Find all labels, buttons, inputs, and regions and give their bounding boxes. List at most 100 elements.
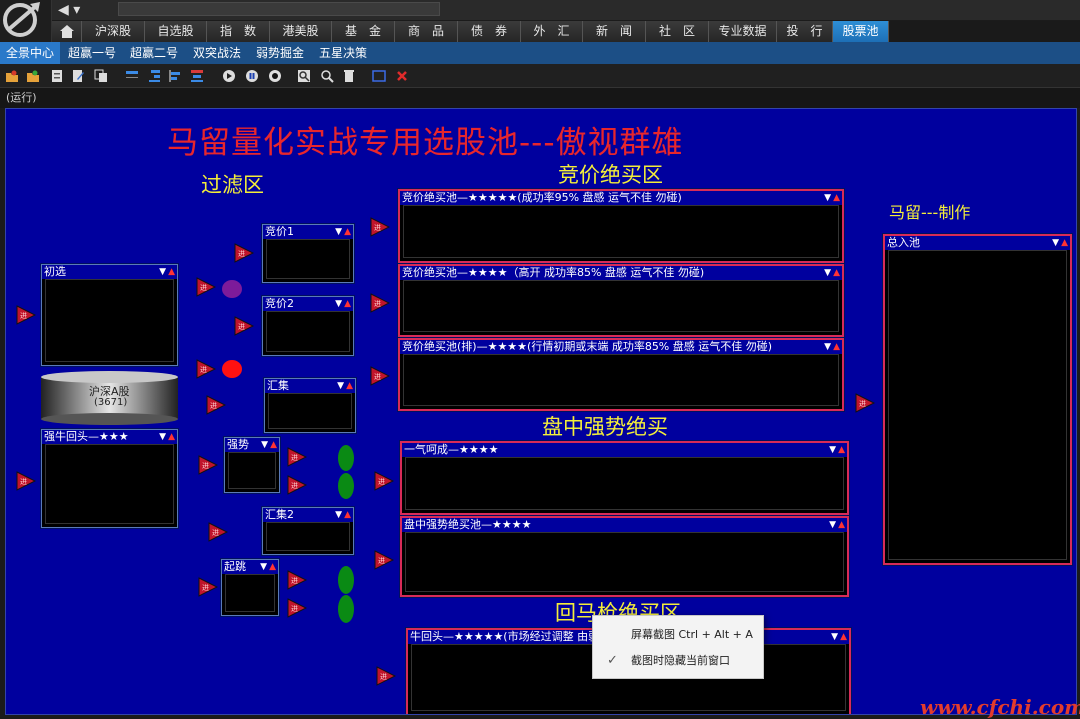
arrow-connector-icon[interactable]: 进 bbox=[196, 277, 216, 297]
open-folder-icon[interactable] bbox=[5, 69, 19, 83]
step-icon[interactable] bbox=[222, 69, 236, 83]
arrow-connector-icon[interactable]: 进 bbox=[196, 359, 216, 379]
stock-list[interactable] bbox=[403, 354, 839, 406]
stock-list[interactable] bbox=[225, 574, 275, 612]
arrow-connector-icon[interactable]: 进 bbox=[370, 366, 390, 386]
arrow-connector-icon[interactable]: 进 bbox=[370, 293, 390, 313]
arrow-connector-icon[interactable]: 进 bbox=[16, 305, 36, 325]
align-top-icon[interactable] bbox=[125, 69, 139, 83]
panel-qiangniu[interactable]: 强牛回头—★★★ ▼ ▲ bbox=[41, 429, 178, 528]
subtab-wuxing[interactable]: 五星决策 bbox=[312, 42, 374, 64]
panel-qitiao[interactable]: 起跳 ▼ ▲ bbox=[221, 559, 279, 616]
tab-gangmei[interactable]: 港美股 bbox=[270, 21, 332, 42]
edit-icon[interactable] bbox=[71, 69, 85, 83]
stock-list[interactable] bbox=[266, 311, 350, 352]
panel-pool-jingjia-4star[interactable]: 竞价绝买池—★★★★（高开 成功率85% 盘感 运气不佳 勿碰) ▼ ▲ bbox=[398, 264, 844, 337]
stock-list[interactable] bbox=[266, 239, 350, 279]
tab-jijin[interactable]: 基 金 bbox=[332, 21, 395, 42]
arrow-connector-icon[interactable]: 进 bbox=[287, 475, 307, 495]
zoom-icon[interactable] bbox=[320, 69, 334, 83]
app-logo[interactable] bbox=[0, 0, 52, 42]
find-icon[interactable] bbox=[297, 69, 311, 83]
stock-list[interactable] bbox=[268, 393, 352, 429]
window-icon[interactable] bbox=[372, 69, 386, 83]
stock-list[interactable] bbox=[405, 532, 844, 592]
tab-gupiaochi[interactable]: 股票池 bbox=[833, 21, 889, 42]
arrow-connector-icon[interactable]: 进 bbox=[198, 455, 218, 475]
arrow-connector-icon[interactable]: 进 bbox=[287, 447, 307, 467]
panel-menu-icon[interactable]: ▼ ▲ bbox=[824, 267, 840, 279]
panel-huiji[interactable]: 汇集 ▼ ▲ bbox=[264, 378, 356, 433]
panel-qiangshi[interactable]: 强势 ▼ ▲ bbox=[224, 437, 280, 493]
tab-zhaiquan[interactable]: 债 券 bbox=[458, 21, 521, 42]
panel-menu-icon[interactable]: ▼ ▲ bbox=[824, 192, 840, 204]
close-icon[interactable] bbox=[395, 69, 409, 83]
arrow-connector-icon[interactable]: 进 bbox=[376, 666, 396, 686]
panel-jingjia2[interactable]: 竞价2 ▼ ▲ bbox=[262, 296, 354, 356]
panel-menu-icon[interactable]: ▼ ▲ bbox=[824, 341, 840, 353]
history-dropdown-icon[interactable]: ▾ bbox=[73, 2, 80, 18]
back-button[interactable]: ◀ ▾ bbox=[58, 2, 110, 18]
tab-shangpin[interactable]: 商 品 bbox=[395, 21, 458, 42]
panel-menu-icon[interactable]: ▼ ▲ bbox=[159, 266, 175, 278]
delete-icon[interactable] bbox=[342, 69, 356, 83]
arrow-connector-icon[interactable]: 进 bbox=[234, 243, 254, 263]
tab-zhishu[interactable]: 指 数 bbox=[207, 21, 270, 42]
tab-shequ[interactable]: 社 区 bbox=[646, 21, 709, 42]
arrow-connector-icon[interactable]: 进 bbox=[234, 316, 254, 336]
arrow-connector-icon[interactable]: 进 bbox=[855, 393, 875, 413]
stock-list[interactable] bbox=[405, 457, 844, 510]
panel-menu-icon[interactable]: ▼ ▲ bbox=[260, 561, 276, 573]
arrow-connector-icon[interactable]: 进 bbox=[198, 577, 218, 597]
arrow-connector-icon[interactable]: 进 bbox=[287, 598, 307, 618]
panel-pool-panzhong[interactable]: 盘中强势绝买池—★★★★ ▼ ▲ bbox=[400, 516, 849, 597]
tab-zixuan[interactable]: 自选股 bbox=[145, 21, 207, 42]
panel-menu-icon[interactable]: ▼ ▲ bbox=[1052, 237, 1068, 249]
panel-menu-icon[interactable]: ▼ ▲ bbox=[261, 439, 277, 451]
pause-icon[interactable] bbox=[245, 69, 259, 83]
save-folder-icon[interactable] bbox=[26, 69, 40, 83]
arrow-connector-icon[interactable]: 进 bbox=[370, 217, 390, 237]
arrow-connector-icon[interactable]: 进 bbox=[374, 550, 394, 570]
panel-menu-icon[interactable]: ▼ ▲ bbox=[335, 509, 351, 521]
subtab-shuangtu[interactable]: 双突战法 bbox=[186, 42, 248, 64]
stock-list[interactable] bbox=[888, 250, 1067, 560]
subtab-chaoying1[interactable]: 超赢一号 bbox=[62, 42, 122, 64]
panel-menu-icon[interactable]: ▼ ▲ bbox=[829, 444, 845, 456]
panel-menu-icon[interactable]: ▼ ▲ bbox=[829, 519, 845, 531]
menu-item-hide-window[interactable]: ✓ 截图时隐藏当前窗口 bbox=[593, 648, 763, 674]
subtab-quanjing[interactable]: 全景中心 bbox=[0, 42, 60, 64]
stock-list[interactable] bbox=[266, 522, 350, 551]
tab-hushen[interactable]: 沪深股 bbox=[82, 21, 145, 42]
arrow-connector-icon[interactable]: 进 bbox=[16, 471, 36, 491]
arrow-connector-icon[interactable]: 进 bbox=[374, 471, 394, 491]
panel-huiji2[interactable]: 汇集2 ▼ ▲ bbox=[262, 507, 354, 555]
stock-list[interactable] bbox=[45, 279, 174, 362]
stock-list[interactable] bbox=[45, 444, 174, 524]
panel-menu-icon[interactable]: ▼ ▲ bbox=[159, 431, 175, 443]
address-bar[interactable] bbox=[118, 2, 440, 16]
tab-touhang[interactable]: 投 行 bbox=[777, 21, 833, 42]
arrow-connector-icon[interactable]: 进 bbox=[206, 395, 226, 415]
subtab-chaoying2[interactable]: 超赢二号 bbox=[124, 42, 184, 64]
home-button[interactable] bbox=[52, 21, 82, 42]
tab-zhuanye[interactable]: 专业数据 bbox=[709, 21, 777, 42]
panel-menu-icon[interactable]: ▼ ▲ bbox=[831, 631, 847, 643]
align-left-icon[interactable] bbox=[168, 69, 182, 83]
panel-menu-icon[interactable]: ▼ ▲ bbox=[335, 298, 351, 310]
panel-total-pool[interactable]: 总入池 ▼ ▲ bbox=[883, 234, 1072, 565]
panel-chuxuan[interactable]: 初选 ▼ ▲ bbox=[41, 264, 178, 366]
panel-pool-yiqihecheng[interactable]: 一气呵成—★★★★ ▼ ▲ bbox=[400, 441, 849, 515]
stop-icon[interactable] bbox=[268, 69, 282, 83]
panel-pool-jingjia-5star[interactable]: 竞价绝买池—★★★★★(成功率95% 盘感 运气不佳 勿碰) ▼ ▲ bbox=[398, 189, 844, 263]
tab-waihui[interactable]: 外 汇 bbox=[521, 21, 583, 42]
panel-menu-icon[interactable]: ▼ ▲ bbox=[335, 226, 351, 238]
tab-xinwen[interactable]: 新 闻 bbox=[583, 21, 646, 42]
panel-jingjia1[interactable]: 竞价1 ▼ ▲ bbox=[262, 224, 354, 283]
stock-list[interactable] bbox=[403, 280, 839, 332]
arrow-connector-icon[interactable]: 进 bbox=[287, 570, 307, 590]
panel-menu-icon[interactable]: ▼ ▲ bbox=[337, 380, 353, 392]
copy-icon[interactable] bbox=[94, 69, 108, 83]
subtab-ruoshi[interactable]: 弱势掘金 bbox=[250, 42, 310, 64]
stock-list[interactable] bbox=[403, 205, 839, 258]
